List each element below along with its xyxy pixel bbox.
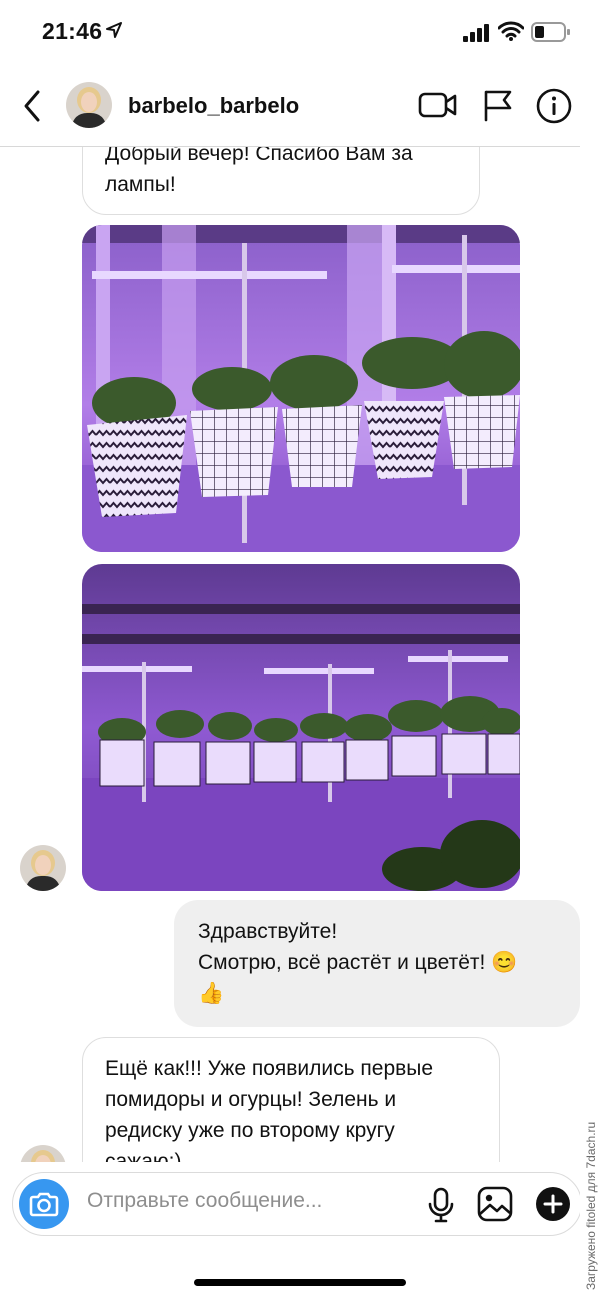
- grow-lamp-row-photo: [82, 564, 520, 891]
- message-thread[interactable]: Добрый вечер! Спасибо Вам за лампы! Здра…: [0, 147, 580, 1162]
- plus-icon: [543, 1194, 563, 1214]
- video-call-icon[interactable]: [418, 90, 458, 120]
- message-composer: [12, 1172, 582, 1236]
- message-input[interactable]: [87, 1189, 407, 1213]
- grow-lamp-plants-photo: [82, 225, 520, 552]
- add-content-button[interactable]: [536, 1187, 570, 1221]
- avatar[interactable]: [66, 82, 112, 128]
- camera-button[interactable]: [19, 1179, 69, 1229]
- watermark: Загружено fitoled для 7dach.ru: [584, 1121, 598, 1290]
- profile-photo-icon: [20, 845, 66, 891]
- profile-photo-icon: [66, 82, 112, 128]
- flag-report-icon[interactable]: [482, 88, 514, 122]
- gallery-icon[interactable]: [477, 1186, 513, 1222]
- chat-username[interactable]: barbelo_barbelo: [128, 93, 299, 119]
- status-bar: 21:46: [0, 0, 580, 66]
- message-photo[interactable]: [82, 225, 520, 552]
- location-arrow-icon: [106, 22, 122, 38]
- profile-photo-icon: [20, 1145, 66, 1162]
- camera-icon: [29, 1192, 59, 1217]
- chat-header: barbelo_barbelo: [0, 66, 580, 147]
- message-bubble[interactable]: Ещё как!!! Уже появились первые помидоры…: [82, 1037, 500, 1162]
- info-icon[interactable]: [536, 88, 572, 124]
- message-bubble-outgoing[interactable]: Здравствуйте! Смотрю, всё растёт и цветё…: [174, 900, 580, 1027]
- message-photo[interactable]: [82, 564, 520, 891]
- wifi-icon: [498, 21, 524, 41]
- message-bubble[interactable]: Добрый вечер! Спасибо Вам за лампы!: [82, 147, 480, 215]
- back-arrow-icon[interactable]: [18, 86, 48, 126]
- clock: 21:46: [42, 18, 103, 44]
- microphone-icon[interactable]: [427, 1187, 455, 1223]
- home-indicator[interactable]: [194, 1279, 406, 1286]
- battery-icon: [531, 22, 570, 42]
- avatar[interactable]: [20, 1145, 66, 1162]
- cellular-signal-icon: [463, 24, 489, 42]
- avatar[interactable]: [20, 845, 66, 891]
